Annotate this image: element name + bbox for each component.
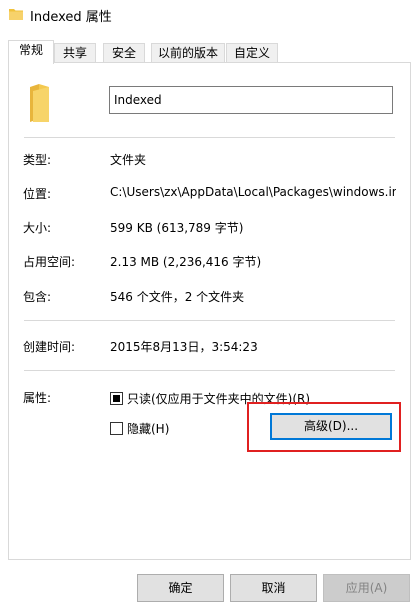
- tab-previous-versions[interactable]: 以前的版本: [151, 43, 225, 63]
- highlight-box: [247, 402, 401, 452]
- created-value: 2015年8月13日，3:54:23: [110, 340, 258, 354]
- folder-icon: [8, 7, 24, 24]
- size-value: 599 KB (613,789 字节): [110, 221, 244, 235]
- tab-sharing[interactable]: 共享: [54, 43, 96, 63]
- size-on-disk-label: 占用空间:: [23, 255, 76, 269]
- properties-dialog: Indexed 属性 常规 共享 安全 以前的版本 自定义 Indexed 类型…: [0, 0, 419, 612]
- tab-customize[interactable]: 自定义: [226, 43, 278, 63]
- cancel-button[interactable]: 取消: [230, 574, 317, 602]
- title-bar[interactable]: Indexed 属性: [0, 0, 419, 30]
- tab-security[interactable]: 安全: [103, 43, 145, 63]
- readonly-checkbox[interactable]: [110, 392, 123, 405]
- apply-button[interactable]: 应用(A): [323, 574, 410, 602]
- large-folder-icon: [27, 83, 53, 126]
- window-title: Indexed 属性: [30, 10, 112, 25]
- location-value[interactable]: C:\Users\zx\AppData\Local\Packages\windo…: [110, 185, 396, 199]
- hidden-label[interactable]: 隐藏(H): [127, 420, 169, 437]
- size-label: 大小:: [23, 221, 52, 235]
- attributes-label: 属性:: [23, 391, 52, 405]
- location-label: 位置:: [23, 187, 52, 201]
- type-label: 类型:: [23, 153, 52, 167]
- folder-name-input[interactable]: Indexed: [109, 86, 393, 114]
- created-label: 创建时间:: [23, 340, 76, 354]
- size-on-disk-value: 2.13 MB (2,236,416 字节): [110, 255, 262, 269]
- divider: [24, 137, 395, 138]
- tab-general[interactable]: 常规: [8, 40, 54, 64]
- divider: [24, 320, 395, 321]
- contains-label: 包含:: [23, 290, 52, 304]
- contains-value: 546 个文件，2 个文件夹: [110, 290, 245, 304]
- ok-button[interactable]: 确定: [137, 574, 224, 602]
- divider: [24, 370, 395, 371]
- hidden-checkbox[interactable]: [110, 422, 123, 435]
- type-value: 文件夹: [110, 153, 147, 167]
